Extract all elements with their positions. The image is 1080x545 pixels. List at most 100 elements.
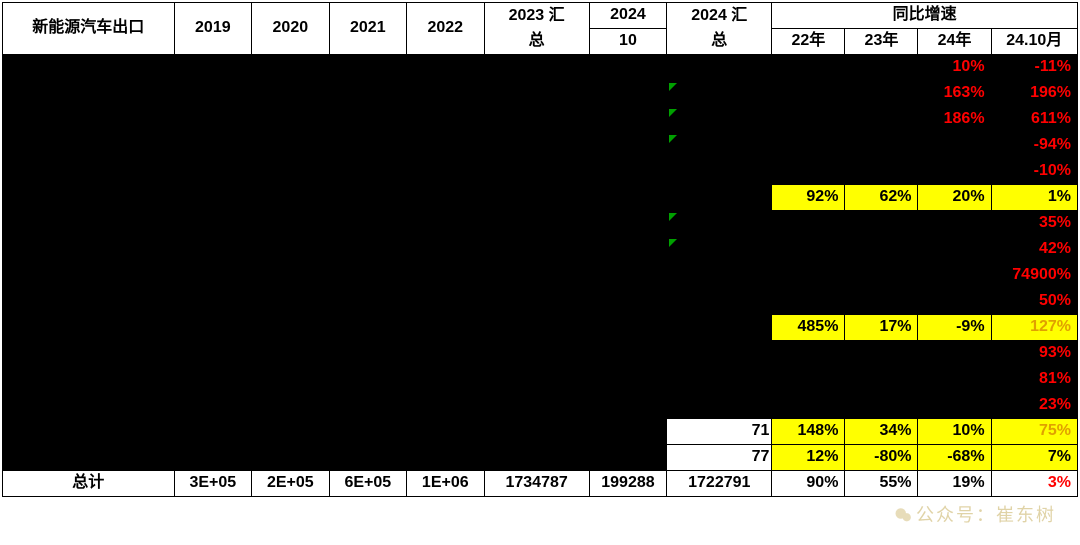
data-cell	[252, 263, 329, 289]
growth-cell: 611%	[991, 107, 1077, 133]
data-cell	[3, 55, 175, 81]
growth-cell	[845, 211, 918, 237]
growth-cell: 1%	[991, 185, 1077, 211]
growth-cell: 12%	[772, 445, 845, 471]
data-cell	[252, 237, 329, 263]
growth-cell: 148%	[772, 419, 845, 445]
growth-cell	[845, 289, 918, 315]
col-growth-23: 23年	[845, 29, 918, 55]
data-cell	[252, 315, 329, 341]
data-cell	[329, 55, 406, 81]
col-2023sum-l2: 总	[484, 29, 589, 55]
table-footer: 总计 3E+05 2E+05 6E+05 1E+06 1734787 19928…	[3, 471, 1078, 497]
data-cell	[329, 315, 406, 341]
data-cell	[3, 367, 175, 393]
data-cell	[174, 107, 251, 133]
growth-cell	[918, 133, 991, 159]
table-row: 7712%-80%-68%7%	[3, 445, 1078, 471]
data-cell	[484, 55, 589, 81]
growth-cell: 10%	[918, 55, 991, 81]
growth-cell: 7%	[991, 445, 1077, 471]
growth-cell	[772, 263, 845, 289]
data-cell	[174, 55, 251, 81]
data-cell	[3, 289, 175, 315]
data-cell	[3, 107, 175, 133]
data-cell	[667, 107, 772, 133]
data-cell	[407, 185, 484, 211]
data-cell	[329, 445, 406, 471]
growth-cell	[772, 289, 845, 315]
total-2019: 3E+05	[174, 471, 251, 497]
total-g24: 19%	[918, 471, 991, 497]
data-cell	[667, 211, 772, 237]
growth-cell: 17%	[845, 315, 918, 341]
growth-cell: -94%	[991, 133, 1077, 159]
growth-cell	[845, 367, 918, 393]
growth-cell: -68%	[918, 445, 991, 471]
growth-cell	[845, 133, 918, 159]
growth-cell	[772, 367, 845, 393]
growth-cell	[845, 237, 918, 263]
data-cell	[329, 289, 406, 315]
growth-cell	[845, 341, 918, 367]
data-cell	[667, 393, 772, 419]
total-g2410: 3%	[991, 471, 1077, 497]
col-growth-22: 22年	[772, 29, 845, 55]
data-cell	[329, 185, 406, 211]
growth-cell: 81%	[991, 367, 1077, 393]
growth-cell: 42%	[991, 237, 1077, 263]
growth-cell: -11%	[991, 55, 1077, 81]
data-cell	[174, 263, 251, 289]
growth-cell	[918, 263, 991, 289]
data-cell	[329, 81, 406, 107]
sum2024-tail: 71	[667, 419, 772, 445]
data-cell	[3, 81, 175, 107]
growth-cell: -10%	[991, 159, 1077, 185]
table-row: 23%	[3, 393, 1078, 419]
data-cell	[484, 107, 589, 133]
data-cell	[174, 185, 251, 211]
data-cell	[174, 289, 251, 315]
data-cell	[589, 159, 666, 185]
data-cell	[589, 237, 666, 263]
data-cell	[484, 289, 589, 315]
table-row: 42%	[3, 237, 1078, 263]
data-cell	[589, 419, 666, 445]
data-cell	[667, 367, 772, 393]
data-cell	[252, 185, 329, 211]
growth-cell	[845, 55, 918, 81]
data-cell	[589, 107, 666, 133]
data-cell	[589, 367, 666, 393]
data-cell	[589, 393, 666, 419]
data-cell	[589, 211, 666, 237]
total-2021: 6E+05	[329, 471, 406, 497]
data-cell	[484, 419, 589, 445]
data-cell	[484, 367, 589, 393]
growth-cell: 163%	[918, 81, 991, 107]
data-cell	[3, 133, 175, 159]
growth-cell	[845, 393, 918, 419]
data-cell	[329, 419, 406, 445]
growth-cell	[845, 263, 918, 289]
data-cell	[407, 419, 484, 445]
data-cell	[174, 341, 251, 367]
data-cell	[667, 237, 772, 263]
growth-cell	[772, 81, 845, 107]
data-cell	[3, 237, 175, 263]
data-cell	[3, 445, 175, 471]
data-cell	[329, 393, 406, 419]
data-cell	[667, 185, 772, 211]
table-row: 163%196%	[3, 81, 1078, 107]
data-cell	[589, 445, 666, 471]
data-cell	[407, 315, 484, 341]
data-cell	[407, 107, 484, 133]
data-cell	[329, 133, 406, 159]
data-cell	[407, 237, 484, 263]
data-cell	[174, 393, 251, 419]
growth-cell: 186%	[918, 107, 991, 133]
table-row: 50%	[3, 289, 1078, 315]
data-cell	[484, 393, 589, 419]
growth-cell: 127%	[991, 315, 1077, 341]
growth-cell: 75%	[991, 419, 1077, 445]
col-2022: 2022	[407, 3, 484, 55]
